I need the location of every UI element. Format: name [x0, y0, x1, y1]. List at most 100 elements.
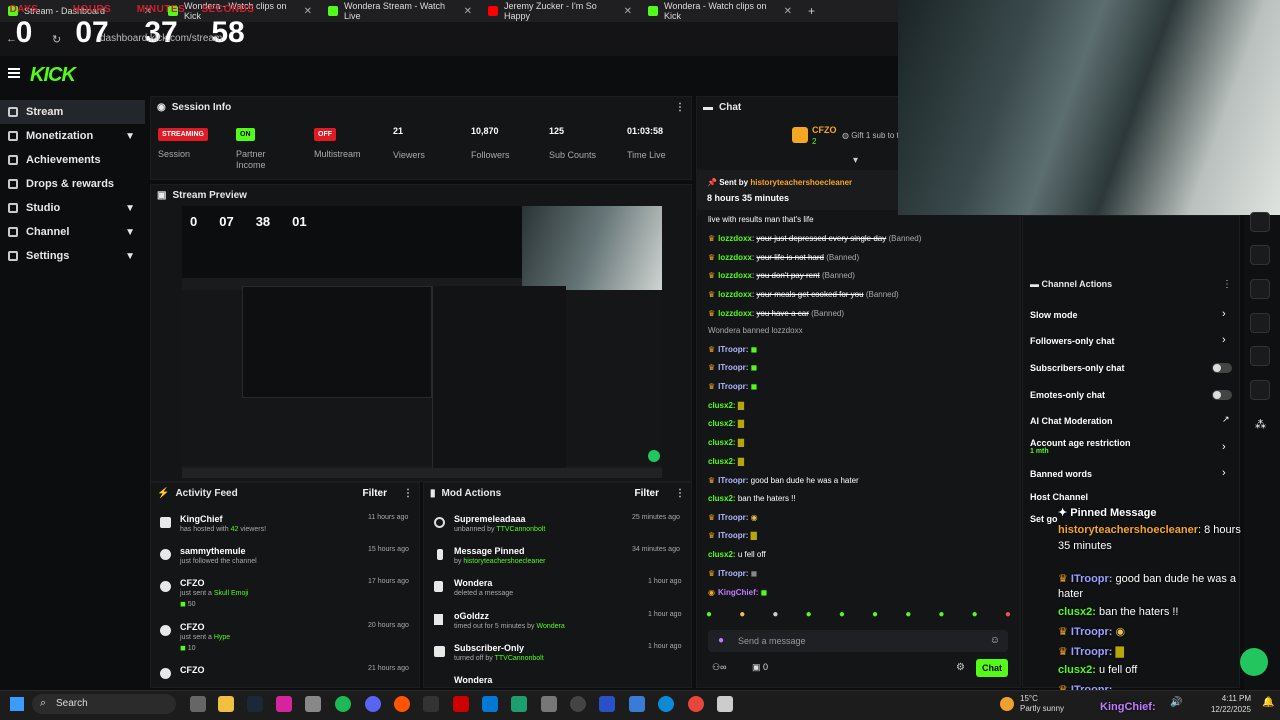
activity-filter-button[interactable]: Filter [363, 488, 387, 499]
chat-bubble-icon[interactable] [1250, 279, 1270, 299]
emote-icon[interactable]: ● [772, 609, 778, 625]
emote-icon[interactable]: ● [872, 609, 878, 625]
broadcast-icon[interactable] [1250, 313, 1270, 333]
close-tab-icon[interactable]: ✕ [784, 6, 792, 17]
kicks-icon: ◼ [180, 645, 186, 652]
sidebar-item-channel[interactable]: Channel ▼ [0, 220, 145, 244]
chevron-right-icon[interactable]: › [1222, 334, 1226, 346]
multistream-badge[interactable]: OFF [314, 128, 336, 141]
stream-preview-video[interactable]: 0 07 38 01 [182, 206, 662, 478]
spotify-icon[interactable] [335, 696, 351, 712]
chevron-down-icon: ▼ [125, 202, 135, 214]
chrome-icon[interactable] [688, 696, 704, 712]
more-options-icon[interactable]: ⋮ [403, 488, 413, 499]
taskbar-search[interactable]: ⌕ Search [32, 694, 176, 714]
file-explorer-icon[interactable] [218, 696, 234, 712]
pinned-user[interactable]: historyteachershoecleaner [750, 178, 852, 187]
app-icon[interactable] [629, 696, 645, 712]
emote-icon[interactable]: ● [739, 609, 745, 625]
sidebar-item-settings[interactable]: Settings ▼ [0, 244, 145, 268]
more-options-icon[interactable]: ⋮ [1222, 279, 1232, 290]
microphone-icon[interactable]: ● [718, 635, 724, 646]
slow-mode-item[interactable]: Slow mode [1030, 310, 1078, 320]
browser-tab[interactable]: Jeremy Zucker - I'm So Happy ✕ [480, 0, 640, 22]
send-chat-button[interactable]: Chat [976, 659, 1008, 677]
url-field[interactable]: dashboard.kick.com/stream [100, 33, 222, 44]
lightning-icon[interactable] [1250, 212, 1270, 232]
account-age-item[interactable]: Account age restriction 1 mth [1030, 438, 1131, 455]
chevron-right-icon[interactable]: › [1222, 467, 1226, 479]
menu-icon[interactable] [8, 68, 20, 78]
more-options-icon[interactable]: ⋮ [675, 488, 685, 499]
sidebar-item-drops[interactable]: Drops & rewards [0, 172, 145, 196]
gift-sub-button[interactable]: ◍ Gift 1 sub to t [842, 131, 899, 140]
chevron-right-icon[interactable]: › [1222, 308, 1226, 320]
sidebar-item-achievements[interactable]: Achievements [0, 148, 145, 172]
followers-only-item[interactable]: Followers-only chat [1030, 336, 1115, 346]
help-chat-button[interactable] [1240, 648, 1268, 676]
overlay-chat-line: ♛ ITroopr: good ban dude he was a [1058, 573, 1237, 585]
sidebar-item-studio[interactable]: Studio ▼ [0, 196, 145, 220]
overlay-pinned-time: 35 minutes [1058, 540, 1112, 552]
notepad-icon[interactable] [717, 696, 733, 712]
more-options-icon[interactable]: ⋮ [675, 102, 685, 113]
chat-users-icon[interactable]: ⚇∞ [712, 662, 726, 673]
chat-input[interactable]: ● Send a message ☺ [708, 630, 1008, 652]
app-icon[interactable] [599, 696, 615, 712]
external-link-icon[interactable]: ↗ [1222, 414, 1230, 425]
app-icon[interactable] [305, 696, 321, 712]
close-tab-icon[interactable]: ✕ [304, 6, 312, 17]
steam-icon[interactable] [247, 696, 263, 712]
partner-income-badge[interactable]: ON [236, 128, 255, 141]
host-channel-item[interactable]: Host Channel [1030, 492, 1088, 502]
settings-icon[interactable] [541, 696, 557, 712]
sidebar-item-monetization[interactable]: Monetization ▼ [0, 124, 145, 148]
ai-moderation-item[interactable]: AI Chat Moderation [1030, 416, 1113, 426]
mod-filter-button[interactable]: Filter [635, 488, 659, 499]
app-icon[interactable] [453, 696, 469, 712]
chat-message: ♛ ITroopr: ◼ [708, 382, 758, 391]
emote-icon[interactable]: ● [1005, 609, 1011, 625]
notifications-icon[interactable]: 🔔 [1262, 697, 1274, 708]
subscribers-only-toggle[interactable] [1212, 363, 1232, 373]
obs-icon[interactable] [570, 696, 586, 712]
collapse-icon[interactable]: ▾ [853, 155, 858, 166]
emote-icon[interactable]: ● [839, 609, 845, 625]
emoji-icon[interactable]: ☺ [990, 635, 1000, 646]
wrench-icon[interactable] [1250, 380, 1270, 400]
instagram-icon[interactable] [276, 696, 292, 712]
chevron-right-icon[interactable]: › [1222, 441, 1226, 453]
task-view-icon[interactable] [190, 696, 206, 712]
browser-tab[interactable]: Wondera - Watch clips on Kick ✕ [640, 0, 800, 22]
emotes-only-toggle[interactable] [1212, 390, 1232, 400]
discord-icon[interactable] [365, 696, 381, 712]
chat-settings-gear-icon[interactable]: ⚙ [956, 662, 965, 673]
volume-icon[interactable]: 🔊 [1170, 697, 1182, 708]
apps-icon[interactable]: ⁂ [1255, 418, 1266, 431]
banned-words-item[interactable]: Banned words [1030, 469, 1092, 479]
brave-icon[interactable] [394, 696, 410, 712]
app-icon[interactable] [511, 696, 527, 712]
new-tab-icon[interactable]: + [800, 4, 823, 18]
emote-icon[interactable]: ● [706, 609, 712, 625]
windows-start-icon[interactable] [10, 697, 24, 711]
emote-icon[interactable]: ● [938, 609, 944, 625]
emote-icon[interactable]: ● [972, 609, 978, 625]
browser-tab[interactable]: Wondera Stream - Watch Live ✕ [320, 0, 480, 22]
weather-widget[interactable]: 15°C Partly sunny [1020, 694, 1064, 714]
emote-icon[interactable]: ● [905, 609, 911, 625]
emote-icon[interactable]: ● [806, 609, 812, 625]
clipboard-icon[interactable] [1250, 245, 1270, 265]
app-icon[interactable] [423, 696, 439, 712]
clock[interactable]: 4:11 PM 12/22/2025 [1207, 693, 1251, 715]
edge-icon[interactable] [658, 696, 674, 712]
sidebar-item-stream[interactable]: Stream [0, 100, 145, 124]
channel-actions-header: ▬ Channel Actions [1030, 279, 1113, 289]
close-tab-icon[interactable]: ✕ [624, 6, 632, 17]
list-icon[interactable] [1250, 346, 1270, 366]
kick-logo[interactable]: KICK [30, 64, 76, 87]
store-icon[interactable] [482, 696, 498, 712]
top-gifter-name[interactable]: CFZO [812, 125, 837, 135]
close-tab-icon[interactable]: ✕ [464, 6, 472, 17]
set-goal-item[interactable]: Set go [1030, 514, 1058, 524]
